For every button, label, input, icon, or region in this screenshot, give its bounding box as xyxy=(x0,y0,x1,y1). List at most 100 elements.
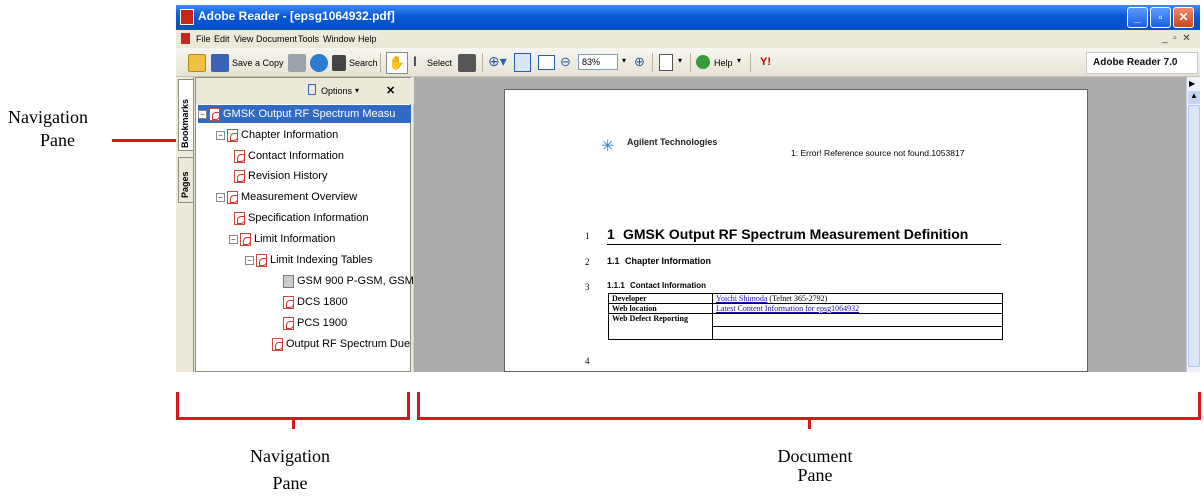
close-button[interactable]: ✕ xyxy=(1173,7,1194,28)
bookmark-icon xyxy=(234,211,245,225)
zoom-dropdown-icon[interactable]: ▾ xyxy=(622,56,626,65)
fit-page-icon[interactable] xyxy=(514,53,531,72)
open-icon[interactable] xyxy=(188,54,206,72)
bookmark-label: Limit Indexing Tables xyxy=(270,254,373,266)
save-copy-button[interactable]: Save a Copy xyxy=(232,58,284,68)
bookmark-item[interactable]: Contact Information xyxy=(234,147,344,165)
bookmark-item[interactable]: − Limit Indexing Tables xyxy=(245,251,373,269)
annotation-document-pane-bottom: Document Pane xyxy=(750,446,880,485)
rotate-view-icon[interactable] xyxy=(659,54,673,71)
bookmark-item[interactable]: − GMSK Output RF Spectrum Measu xyxy=(198,105,411,123)
menu-help[interactable]: Help xyxy=(358,34,377,44)
bookmark-item[interactable]: DCS 1800 xyxy=(283,293,348,311)
menu-view[interactable]: View xyxy=(234,34,253,44)
bookmark-icon xyxy=(227,128,238,142)
zoom-in-icon[interactable]: ⊕ xyxy=(634,54,645,70)
cell-text: (Telnet 365-2792) xyxy=(769,294,828,303)
table-cell: Web location xyxy=(608,303,713,314)
document-scrollbar[interactable]: ▶ ▲ xyxy=(1186,77,1200,372)
bookmark-label: DCS 1800 xyxy=(297,296,348,308)
scroll-thumb[interactable] xyxy=(1188,105,1200,367)
bookmark-icon xyxy=(227,190,238,204)
menu-document[interactable]: Document xyxy=(256,34,297,44)
bookmark-label: Contact Information xyxy=(248,150,344,162)
binoculars-icon[interactable] xyxy=(332,55,346,71)
options-icon[interactable] xyxy=(308,84,316,95)
menu-file[interactable]: File xyxy=(196,34,211,44)
doc-window-controls[interactable]: _ ▫ ✕ xyxy=(1162,33,1191,44)
search-button[interactable]: Search xyxy=(349,58,378,68)
tab-pages[interactable]: Pages xyxy=(178,157,193,203)
menu-edit[interactable]: Edit xyxy=(214,34,230,44)
email-icon[interactable] xyxy=(310,54,328,72)
yahoo-icon[interactable]: Y! xyxy=(760,56,771,68)
zoom-out-icon[interactable]: ⊖ xyxy=(560,54,571,70)
heading-2: Chapter Information xyxy=(625,256,712,266)
annotation-text: Navigation xyxy=(8,107,88,127)
collapse-icon[interactable]: − xyxy=(216,130,225,140)
menu-window[interactable]: Window xyxy=(323,34,355,44)
help-button[interactable]: Help xyxy=(714,58,733,68)
zoom-field[interactable]: 83% xyxy=(578,54,618,70)
zoom-in-tool-icon[interactable]: ⊕▾ xyxy=(488,53,507,70)
agilent-logo-icon: ✳ xyxy=(601,138,615,155)
bookmark-item[interactable]: − Chapter Information xyxy=(216,126,338,144)
menu-tools[interactable]: Tools xyxy=(298,34,319,44)
bookmark-item[interactable]: Revision History xyxy=(234,167,327,185)
save-icon[interactable] xyxy=(211,54,229,72)
scroll-right-arrow[interactable]: ▶ xyxy=(1189,79,1195,88)
heading-rule xyxy=(607,244,1001,245)
line-number: 4 xyxy=(585,356,590,366)
maximize-button[interactable]: ▫ xyxy=(1150,7,1171,28)
bookmark-icon xyxy=(283,295,294,309)
bookmark-label: Specification Information xyxy=(248,212,369,224)
toolbar-separator xyxy=(652,53,653,72)
bookmark-item[interactable]: − Limit Information xyxy=(229,230,335,248)
web-location-link[interactable]: Latest Content Information for epsg10649… xyxy=(716,304,859,313)
select-button[interactable]: Select xyxy=(427,58,452,68)
annotation-text: Pane xyxy=(797,465,833,485)
fit-width-icon[interactable] xyxy=(538,55,555,70)
cell-text: Web location xyxy=(612,304,657,313)
help-dropdown-icon[interactable]: ▾ xyxy=(737,56,741,65)
options-dropdown-icon[interactable]: ▾ xyxy=(355,86,359,95)
bookmark-item[interactable]: PCS 1900 xyxy=(283,314,347,332)
collapse-icon[interactable]: − xyxy=(216,192,225,202)
select-tool-icon[interactable]: I xyxy=(413,53,417,69)
annotation-text: Document xyxy=(777,446,853,466)
bookmark-label: GSM 900 P-GSM, GSM xyxy=(297,275,413,287)
bookmark-label: Chapter Information xyxy=(241,129,339,141)
bookmark-item[interactable]: − Measurement Overview xyxy=(216,188,357,206)
bookmark-label: Revision History xyxy=(248,170,328,182)
print-icon[interactable] xyxy=(288,54,306,72)
developer-link[interactable]: Yoichi Shimoda xyxy=(716,294,767,303)
help-icon[interactable] xyxy=(696,55,710,69)
tab-bookmarks[interactable]: Bookmarks xyxy=(178,79,193,151)
collapse-icon[interactable]: − xyxy=(245,255,254,265)
bookmark-item[interactable]: Specification Information xyxy=(234,209,368,227)
contact-table: Developer Yoichi Shimoda (Telnet 365-279… xyxy=(608,293,1003,340)
bookmark-icon xyxy=(272,337,283,351)
close-pane-icon[interactable]: ✕ xyxy=(386,84,395,97)
navigation-pane: Bookmarks Pages Options ▾ ✕ − GMSK Output… xyxy=(176,77,427,372)
bookmark-item[interactable]: Output RF Spectrum Due t xyxy=(272,335,413,353)
options-button[interactable]: Options xyxy=(321,86,352,96)
bookmarks-panel: Options ▾ ✕ − GMSK Output RF Spectrum Mea… xyxy=(195,77,427,372)
minimize-button[interactable]: _ xyxy=(1127,7,1148,28)
bookmark-label: PCS 1900 xyxy=(297,317,348,329)
collapse-icon[interactable]: − xyxy=(229,234,238,244)
hand-tool-icon[interactable]: ✋ xyxy=(386,52,408,74)
table-cell: Yoichi Shimoda (Telnet 365-2792) xyxy=(712,293,1003,304)
bookmark-item[interactable]: GSM 900 P-GSM, GSM xyxy=(283,272,413,290)
line-number: 1 xyxy=(585,231,590,241)
table-row: Developer Yoichi Shimoda (Telnet 365-279… xyxy=(608,293,1003,304)
table-cell xyxy=(712,313,1003,327)
snapshot-icon[interactable] xyxy=(458,54,476,72)
scroll-up-arrow[interactable]: ▲ xyxy=(1188,91,1200,104)
rotate-dropdown-icon[interactable]: ▾ xyxy=(678,56,682,65)
collapse-icon[interactable]: − xyxy=(198,109,207,119)
nav-bracket-left xyxy=(176,392,179,420)
logo-text: Adobe Reader 7.0 xyxy=(1093,57,1178,68)
company-name: Agilent Technologies xyxy=(627,137,718,147)
menu-bar: File Edit View Document Tools Window Hel… xyxy=(176,30,1200,48)
